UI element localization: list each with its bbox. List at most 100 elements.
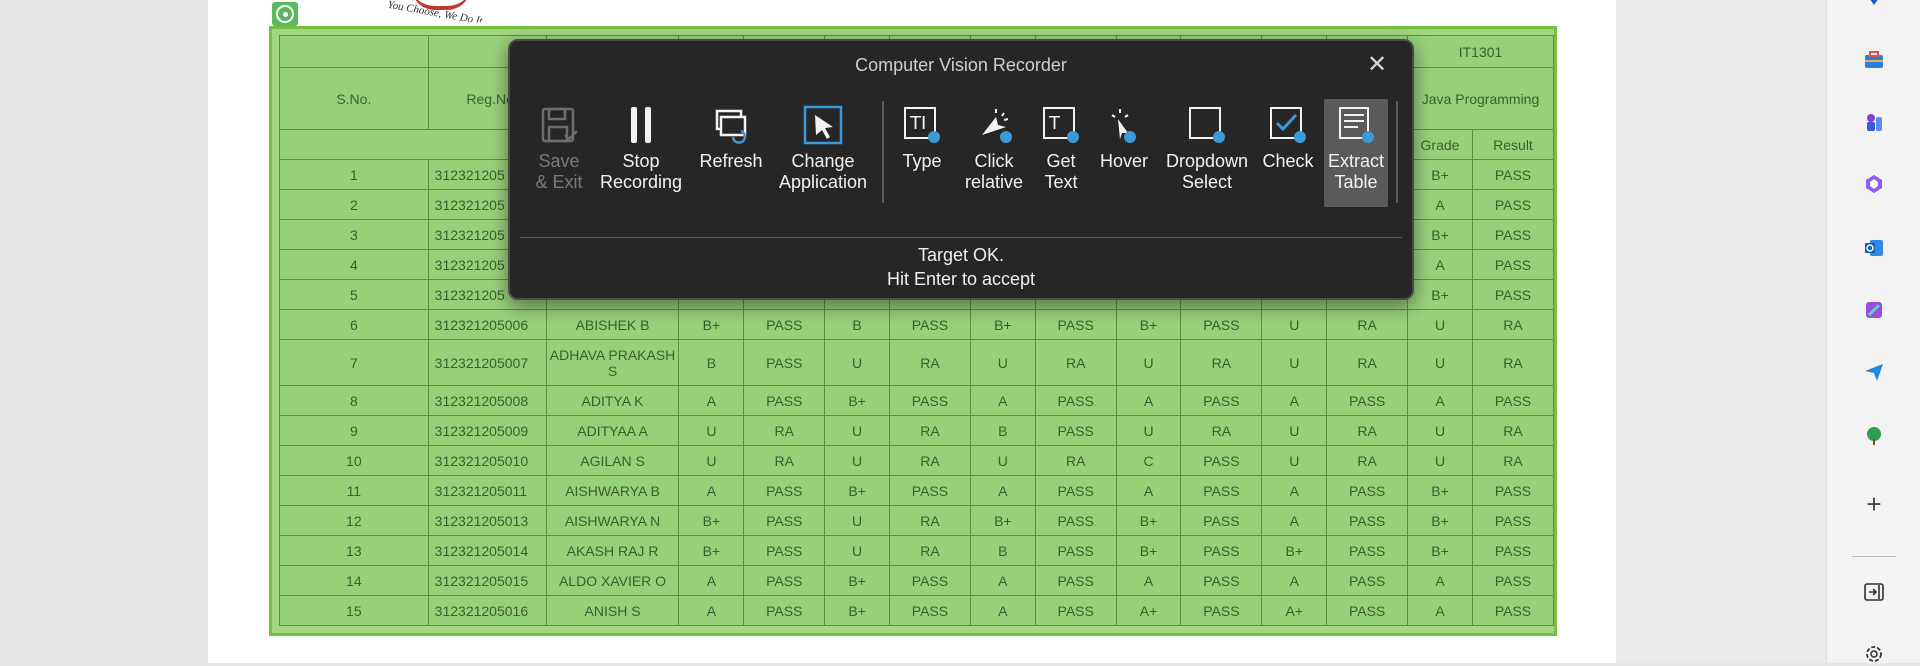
hover-button[interactable]: Hover	[1094, 99, 1154, 207]
table-cell: ADHAVA PRAKASH S	[545, 339, 680, 386]
table-cell: RA	[1180, 415, 1263, 446]
table-cell: PASS	[743, 535, 826, 566]
table-cell: PASS	[1034, 595, 1117, 626]
table-cell: 9	[279, 415, 429, 446]
table-cell: A	[1407, 595, 1473, 626]
table-cell: ABISHEK B	[545, 309, 680, 340]
dropdown-select-button[interactable]: Dropdown Select	[1158, 99, 1256, 207]
table-cell: B+	[1261, 535, 1328, 566]
table-cell: B+	[678, 535, 745, 566]
table-cell: 5	[279, 279, 429, 310]
header-sno: S.No.	[279, 67, 429, 130]
toolbox-icon[interactable]	[1862, 48, 1886, 72]
copilot-icon[interactable]	[1862, 172, 1886, 196]
designer-icon[interactable]	[1862, 298, 1886, 322]
click-relative-button[interactable]: Click relative	[962, 99, 1026, 207]
refresh-button[interactable]: Refresh	[696, 99, 766, 207]
table-cell: U	[824, 505, 891, 536]
table-cell: PASS	[1471, 475, 1555, 506]
table-cell: B+	[1407, 535, 1473, 566]
toolbar-separator	[882, 101, 884, 203]
table-cell: A	[1261, 505, 1328, 536]
pause-icon	[598, 105, 684, 145]
table-cell: PASS	[743, 309, 826, 340]
table-cell: B+	[824, 565, 891, 596]
hover-icon	[1094, 105, 1154, 145]
table-cell: 10	[279, 445, 429, 476]
table-cell: U	[1407, 309, 1473, 340]
table-cell: AGILAN S	[545, 445, 680, 476]
table-cell: RA	[1034, 445, 1117, 476]
table-cell: U	[1261, 445, 1328, 476]
computer-vision-recorder: Computer Vision Recorder ✕ Save & Exit S…	[508, 39, 1414, 300]
table-cell: ADITYA K	[545, 385, 680, 416]
table-cell: U	[1115, 415, 1182, 446]
table-cell: 7	[279, 339, 429, 386]
table-cell: PASS	[743, 385, 826, 416]
table-cell: ALDO XAVIER O	[545, 565, 680, 596]
table-cell: PASS	[1180, 445, 1263, 476]
table-cell: B+	[1407, 219, 1473, 250]
cursor-select-icon	[774, 105, 872, 145]
recorder-divider	[520, 237, 1402, 238]
change-application-button[interactable]: Change Application	[774, 99, 872, 207]
table-cell: 312321205007	[427, 339, 547, 386]
table-cell: PASS	[1034, 309, 1117, 340]
table-cell: PASS	[889, 595, 971, 626]
table-cell: B+	[678, 505, 745, 536]
table-cell: A	[1115, 475, 1182, 506]
table-cell: 312321205013	[427, 505, 547, 536]
extract-table-button[interactable]: Extract Table	[1324, 99, 1388, 207]
games-icon[interactable]	[1862, 110, 1886, 134]
table-cell: C	[1115, 445, 1182, 476]
table-cell: B+	[1407, 159, 1473, 190]
table-cell: B+	[1115, 505, 1182, 536]
table-cell: RA	[1326, 445, 1409, 476]
table-cell: 12	[279, 505, 429, 536]
table-cell: A	[1261, 385, 1328, 416]
table-cell: PASS	[1471, 219, 1555, 250]
college-logo: You Choose, We Do It	[383, 0, 493, 22]
table-cell: B+	[1407, 505, 1473, 536]
tree-icon[interactable]	[1862, 424, 1886, 448]
table-cell: 4	[279, 249, 429, 280]
svg-text:T: T	[1048, 113, 1061, 134]
table-cell: AISHWARYA N	[545, 505, 680, 536]
table-cell: ADITYAA A	[545, 415, 680, 446]
table-cell: 6	[279, 309, 429, 340]
exit-panel-icon[interactable]	[1862, 580, 1886, 604]
table-cell: PASS	[1471, 535, 1555, 566]
table-cell: A	[678, 595, 745, 626]
table-cell: 312321205011	[427, 475, 547, 506]
table-cell: PASS	[743, 565, 826, 596]
status-hint: Hit Enter to accept	[886, 269, 1036, 289]
favorites-icon[interactable]	[1862, 0, 1886, 16]
get-text-button[interactable]: T Get Text	[1036, 99, 1086, 207]
add-icon[interactable]: +	[1862, 489, 1886, 519]
target-icon	[272, 2, 298, 26]
table-cell: B+	[824, 475, 891, 506]
save-exit-icon	[530, 105, 588, 145]
table-row: 6 312321205006 ABISHEK B B+ PASS B PASS B+ PASS B…	[279, 309, 1555, 340]
settings-icon[interactable]	[1862, 642, 1886, 666]
type-button[interactable]: TI Type	[894, 99, 950, 207]
table-cell: A+	[1115, 595, 1182, 626]
stop-recording-button[interactable]: Stop Recording	[598, 99, 684, 207]
table-cell: PASS	[1471, 159, 1555, 190]
table-cell: 312321205016	[427, 595, 547, 626]
table-row: 12 312321205013 AISHWARYA N B+ PASS U RA B+ PASS…	[279, 505, 1555, 536]
table-cell: PASS	[1471, 505, 1555, 536]
table-cell: U	[1407, 445, 1473, 476]
table-cell: 8	[279, 385, 429, 416]
table-cell: A	[1407, 249, 1473, 280]
table-cell: PASS	[1180, 535, 1263, 566]
close-icon[interactable]: ✕	[1366, 53, 1388, 77]
check-button[interactable]: Check	[1258, 99, 1318, 207]
save-exit-button[interactable]: Save & Exit	[530, 99, 588, 207]
send-icon[interactable]	[1862, 360, 1886, 384]
outlook-icon[interactable]	[1862, 236, 1886, 260]
table-cell: ANISH S	[545, 595, 680, 626]
table-cell: RA	[1471, 339, 1555, 386]
table-cell: PASS	[1471, 565, 1555, 596]
table-cell: PASS	[1326, 565, 1409, 596]
